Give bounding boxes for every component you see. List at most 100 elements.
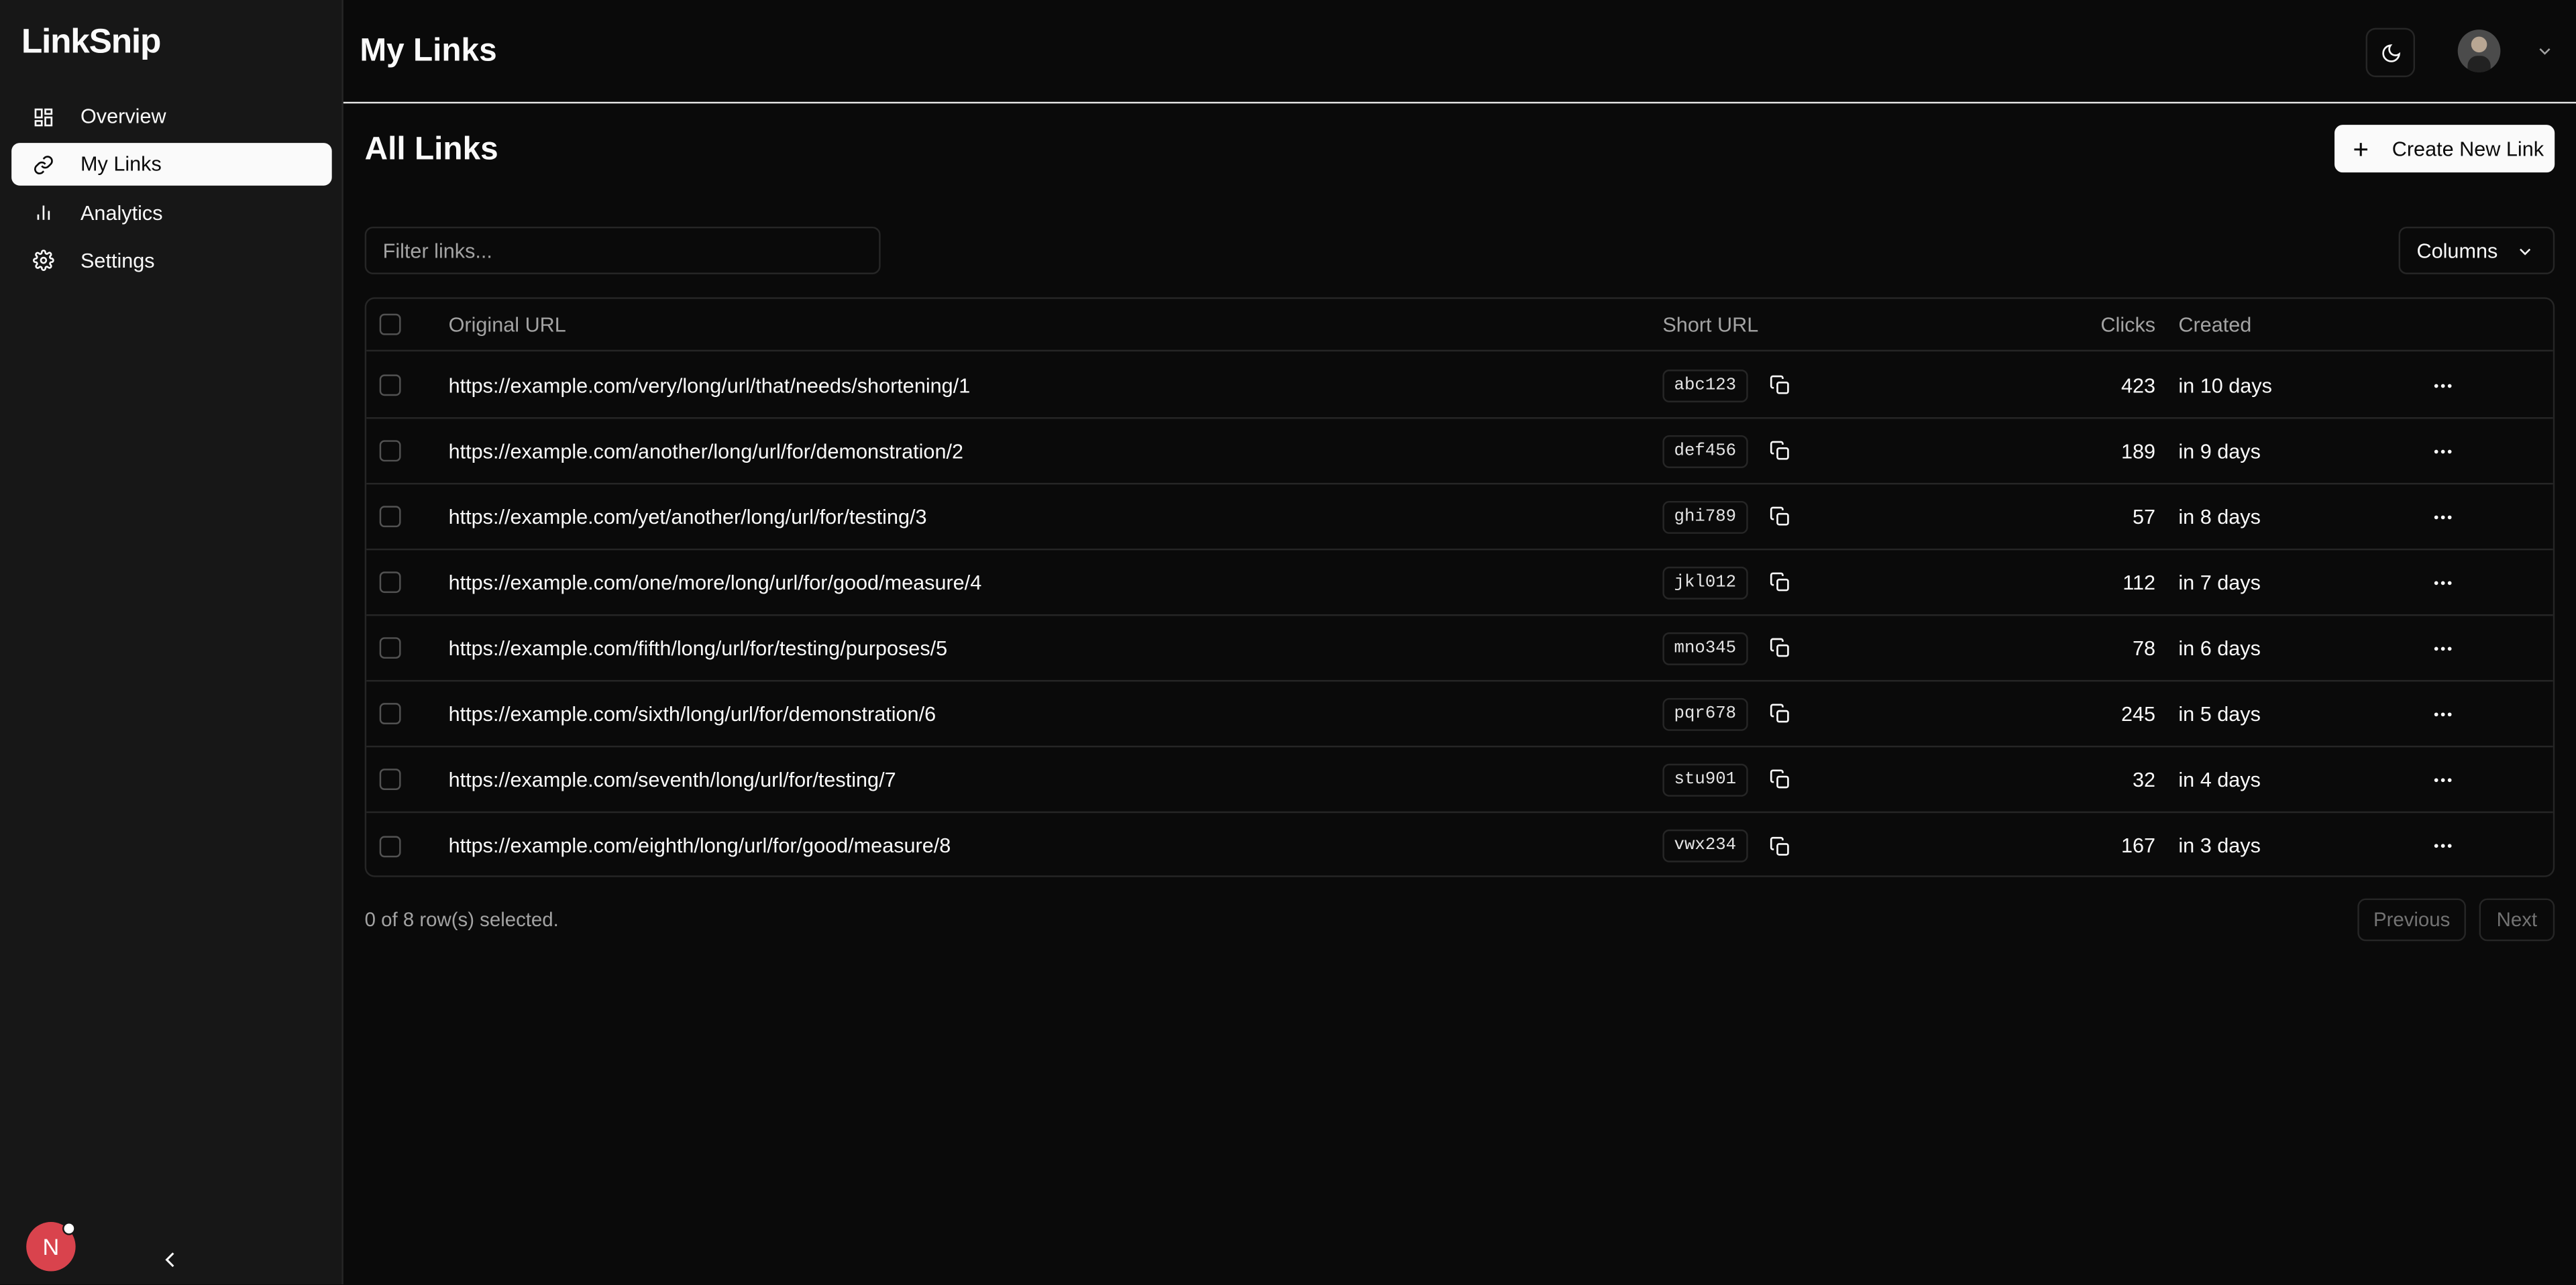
- created-date: in 7 days: [2178, 571, 2261, 594]
- original-url[interactable]: https://example.com/one/more/long/url/fo…: [449, 571, 982, 594]
- status-dot: [62, 1222, 76, 1235]
- row-checkbox[interactable]: [379, 703, 401, 725]
- short-url-cell: stu901: [1662, 763, 1790, 796]
- copy-icon[interactable]: [1769, 374, 1790, 396]
- copy-icon[interactable]: [1769, 769, 1790, 790]
- avatar-initial-text: N: [42, 1233, 60, 1260]
- bar-chart-icon: [37, 205, 50, 220]
- row-checkbox[interactable]: [379, 835, 401, 857]
- sidebar-item-label: My Links: [80, 153, 162, 176]
- sidebar-nav: Overview My Links Analytics Settings: [11, 95, 332, 288]
- created-date: in 8 days: [2178, 505, 2261, 528]
- original-url[interactable]: https://example.com/another/long/url/for…: [449, 439, 963, 462]
- original-url[interactable]: https://example.com/fifth/long/url/for/t…: [449, 636, 948, 659]
- header-short-url[interactable]: Short URL: [1662, 313, 1758, 336]
- original-url[interactable]: https://example.com/yet/another/long/url…: [449, 505, 927, 528]
- gear-icon: [33, 250, 54, 272]
- more-actions-icon[interactable]: [2432, 505, 2455, 528]
- page-title: My Links: [360, 32, 497, 69]
- click-count: 112: [2123, 571, 2156, 594]
- more-actions-icon[interactable]: [2432, 636, 2455, 659]
- short-code: pqr678: [1662, 697, 1748, 730]
- collapse-sidebar-icon[interactable]: [161, 1248, 180, 1271]
- header-clicks[interactable]: Clicks: [2100, 313, 2155, 336]
- more-actions-icon[interactable]: [2432, 439, 2455, 462]
- row-checkbox[interactable]: [379, 637, 401, 659]
- click-count: 423: [2121, 374, 2156, 397]
- row-checkbox[interactable]: [379, 374, 401, 396]
- copy-icon[interactable]: [1769, 835, 1790, 856]
- short-url-cell: vwx234: [1662, 829, 1790, 862]
- created-date: in 6 days: [2178, 636, 2261, 660]
- plus-icon: [2354, 142, 2368, 156]
- filter-links-input[interactable]: [364, 226, 881, 274]
- copy-icon[interactable]: [1769, 637, 1790, 659]
- row-checkbox[interactable]: [379, 769, 401, 790]
- click-count: 189: [2121, 439, 2156, 463]
- original-url[interactable]: https://example.com/eighth/long/url/for/…: [449, 834, 951, 857]
- created-date: in 10 days: [2178, 374, 2272, 397]
- table-row[interactable]: https://example.com/seventh/long/url/for…: [366, 747, 2553, 814]
- table-header-row: Original URL Short URL Clicks Created: [366, 299, 2553, 352]
- copy-icon[interactable]: [1769, 703, 1790, 724]
- original-url[interactable]: https://example.com/very/long/url/that/n…: [449, 374, 971, 396]
- previous-page-button[interactable]: Previous: [2357, 898, 2466, 942]
- table-row[interactable]: https://example.com/sixth/long/url/for/d…: [366, 681, 2553, 748]
- row-checkbox[interactable]: [379, 571, 401, 594]
- theme-toggle-button[interactable]: [2365, 27, 2416, 78]
- sidebar-item-label: Analytics: [80, 201, 163, 225]
- table-row[interactable]: https://example.com/another/long/url/for…: [366, 418, 2553, 485]
- columns-dropdown-button[interactable]: Columns: [2398, 226, 2555, 274]
- next-page-button[interactable]: Next: [2479, 898, 2555, 942]
- short-code: jkl012: [1662, 565, 1748, 599]
- columns-label: Columns: [2416, 239, 2498, 262]
- link-icon: [34, 155, 53, 174]
- short-code: vwx234: [1662, 829, 1748, 862]
- table-row[interactable]: https://example.com/yet/another/long/url…: [366, 484, 2553, 551]
- app-logo[interactable]: LinkSnip: [21, 23, 162, 62]
- row-checkbox[interactable]: [379, 440, 401, 462]
- select-all-checkbox[interactable]: [379, 313, 401, 335]
- click-count: 57: [2133, 505, 2156, 528]
- chevron-down-icon[interactable]: [2536, 43, 2553, 59]
- sidebar-item-label: Overview: [80, 105, 166, 129]
- more-actions-icon[interactable]: [2432, 571, 2455, 594]
- click-count: 167: [2121, 834, 2156, 858]
- create-button-label: Create New Link: [2392, 137, 2544, 160]
- sidebar-item-settings[interactable]: Settings: [11, 239, 332, 282]
- sidebar-item-label: Settings: [80, 249, 155, 273]
- more-actions-icon[interactable]: [2432, 834, 2455, 857]
- table-row[interactable]: https://example.com/very/long/url/that/n…: [366, 353, 2553, 419]
- user-avatar[interactable]: [2457, 30, 2501, 72]
- row-checkbox[interactable]: [379, 506, 401, 528]
- original-url[interactable]: https://example.com/sixth/long/url/for/d…: [449, 702, 936, 725]
- short-url-cell: jkl012: [1662, 565, 1790, 599]
- click-count: 32: [2133, 767, 2156, 791]
- copy-icon[interactable]: [1769, 571, 1790, 593]
- original-url[interactable]: https://example.com/seventh/long/url/for…: [449, 768, 896, 791]
- header-created[interactable]: Created: [2178, 313, 2251, 336]
- more-actions-icon[interactable]: [2432, 374, 2455, 396]
- short-code: mno345: [1662, 631, 1748, 665]
- sidebar-item-analytics[interactable]: Analytics: [11, 192, 332, 235]
- more-actions-icon[interactable]: [2432, 768, 2455, 791]
- top-bar: My Links: [343, 0, 2576, 104]
- more-actions-icon[interactable]: [2432, 702, 2455, 725]
- create-new-link-button[interactable]: Create New Link: [2334, 125, 2555, 173]
- dashboard-icon: [34, 107, 53, 126]
- user-avatar-initial[interactable]: N: [26, 1222, 76, 1272]
- sidebar-item-overview[interactable]: Overview: [11, 95, 332, 138]
- table-row[interactable]: https://example.com/eighth/long/url/for/…: [366, 813, 2553, 875]
- short-url-cell: mno345: [1662, 631, 1790, 665]
- short-url-cell: pqr678: [1662, 697, 1790, 730]
- copy-icon[interactable]: [1769, 506, 1790, 527]
- selection-status: 0 of 8 row(s) selected.: [364, 908, 559, 932]
- header-original-url[interactable]: Original URL: [449, 313, 566, 336]
- table-row[interactable]: https://example.com/one/more/long/url/fo…: [366, 550, 2553, 616]
- table-row[interactable]: https://example.com/fifth/long/url/for/t…: [366, 616, 2553, 682]
- sidebar-item-my-links[interactable]: My Links: [11, 143, 332, 186]
- short-code: stu901: [1662, 763, 1748, 796]
- created-date: in 9 days: [2178, 439, 2261, 463]
- copy-icon[interactable]: [1769, 440, 1790, 461]
- click-count: 78: [2133, 636, 2156, 660]
